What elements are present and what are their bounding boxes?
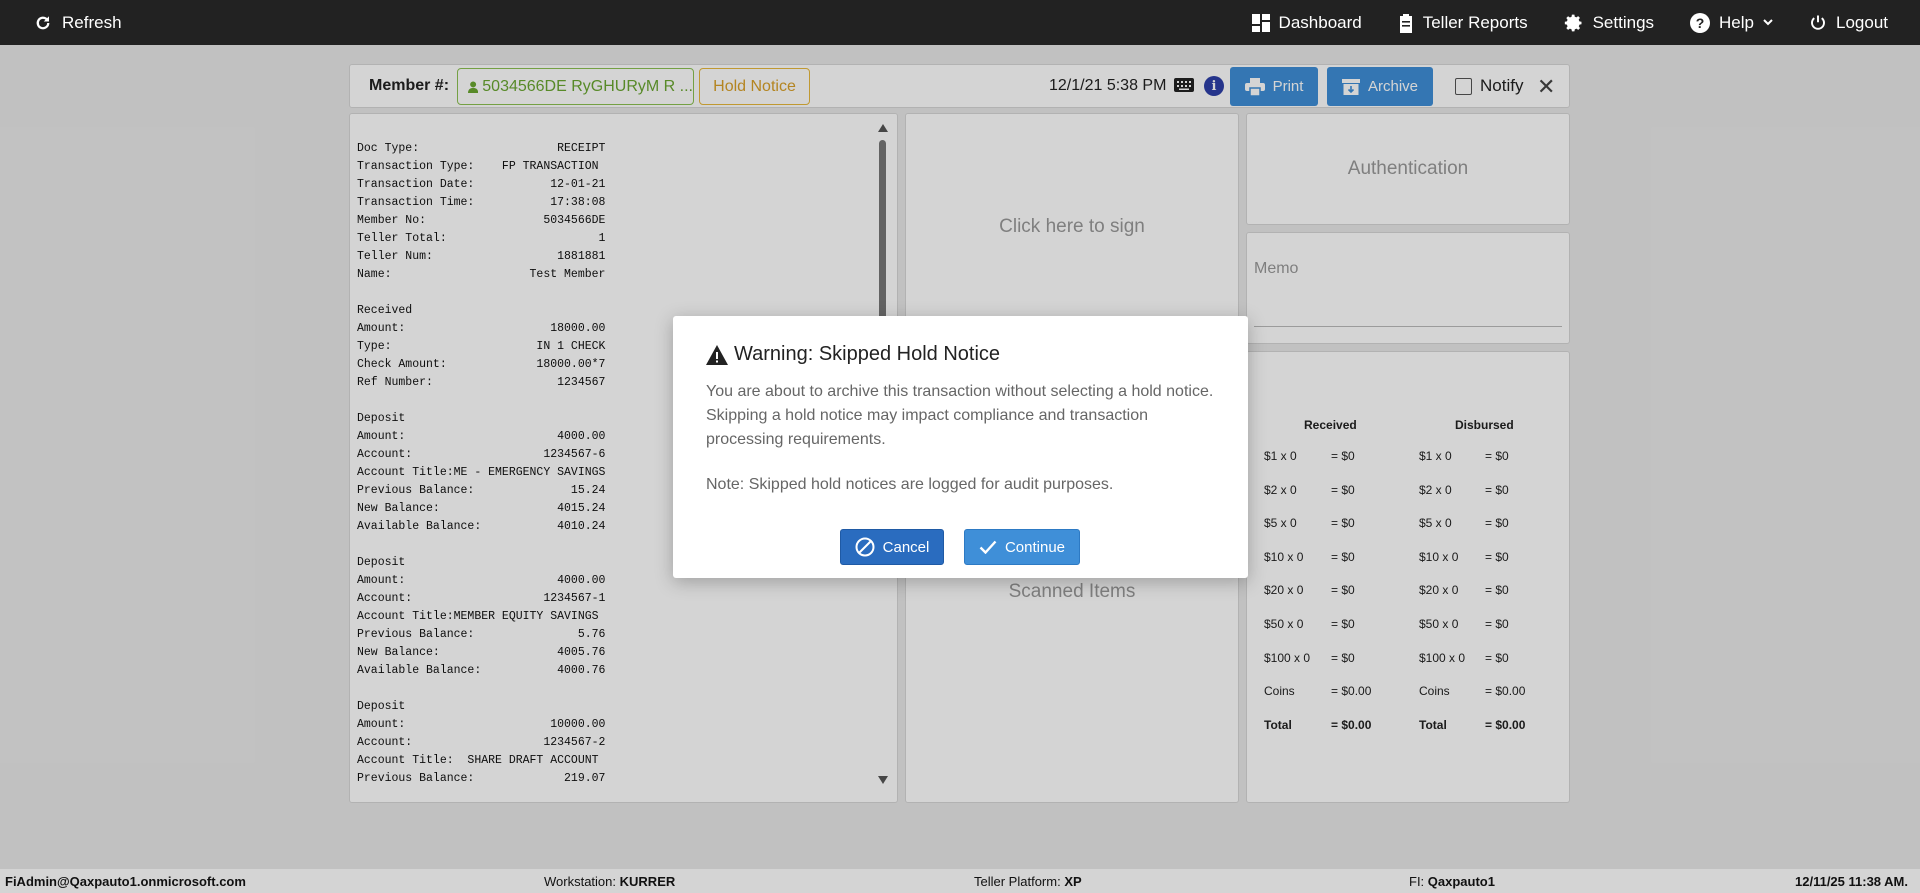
chevron-down-icon xyxy=(1763,18,1773,25)
dialog-title: Warning: Skipped Hold Notice xyxy=(706,343,1000,366)
clipboard-icon xyxy=(1399,13,1412,33)
nav-help[interactable]: ? Help xyxy=(1672,0,1791,45)
continue-label: Continue xyxy=(1004,538,1066,556)
workstation-value: KURRER xyxy=(619,874,676,889)
nav-settings-label: Settings xyxy=(1592,12,1655,32)
nav-dashboard-label: Dashboard xyxy=(1278,12,1362,32)
gear-icon xyxy=(1564,14,1582,31)
nav-logout[interactable]: Logout xyxy=(1791,0,1920,45)
svg-text:?: ? xyxy=(1696,15,1705,31)
nav-logout-label: Logout xyxy=(1836,12,1888,32)
status-user: FiAdmin@Qaxpauto1.onmicrosoft.com xyxy=(5,874,246,889)
status-fi: FI: Qaxpauto1 xyxy=(1409,874,1495,889)
fi-label: FI: xyxy=(1409,874,1425,889)
nav-teller-reports-label: Teller Reports xyxy=(1422,12,1528,32)
refresh-button[interactable]: Refresh xyxy=(34,0,122,45)
refresh-icon xyxy=(36,15,50,29)
check-icon xyxy=(979,540,997,554)
top-navbar: Refresh Dashboard Teller Reports Setting… xyxy=(0,0,1920,45)
warning-dialog: Warning: Skipped Hold Notice You are abo… xyxy=(673,316,1248,578)
status-datetime: 12/11/25 11:38 AM. xyxy=(1795,874,1908,889)
dialog-message: You are about to archive this transactio… xyxy=(706,383,1214,448)
status-platform: Teller Platform: XP xyxy=(974,874,1082,889)
nav-teller-reports[interactable]: Teller Reports xyxy=(1380,0,1546,45)
nav-help-label: Help xyxy=(1719,12,1754,32)
warning-icon xyxy=(706,344,728,365)
workstation-label: Workstation: xyxy=(544,874,617,889)
dialog-note: Note: Skipped hold notices are logged fo… xyxy=(706,476,1114,493)
cancel-button[interactable]: Cancel xyxy=(840,529,944,565)
continue-button[interactable]: Continue xyxy=(964,529,1080,565)
platform-value: XP xyxy=(1064,874,1082,889)
dashboard-icon xyxy=(1251,13,1270,32)
platform-label: Teller Platform: xyxy=(974,874,1061,889)
ban-icon xyxy=(855,537,875,557)
refresh-label: Refresh xyxy=(62,12,122,32)
nav-settings[interactable]: Settings xyxy=(1546,0,1672,45)
status-bar: FiAdmin@Qaxpauto1.onmicrosoft.com Workst… xyxy=(0,869,1920,893)
power-icon xyxy=(1811,15,1825,30)
question-circle-icon: ? xyxy=(1690,12,1711,33)
status-workstation: Workstation: KURRER xyxy=(544,874,675,889)
dialog-title-text: Warning: Skipped Hold Notice xyxy=(734,343,1001,365)
nav-dashboard[interactable]: Dashboard xyxy=(1234,0,1380,45)
fi-value: Qaxpauto1 xyxy=(1427,874,1495,889)
cancel-label: Cancel xyxy=(882,538,930,556)
